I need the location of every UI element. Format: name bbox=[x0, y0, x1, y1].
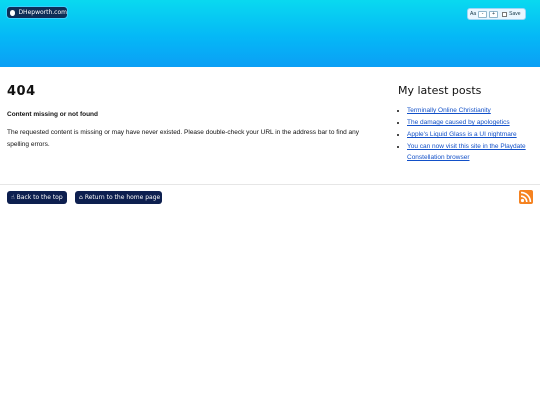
error-message: The requested content is missing or may … bbox=[7, 129, 360, 148]
home-page-label: Return to the home page bbox=[84, 194, 161, 201]
save-checkbox[interactable] bbox=[502, 11, 508, 17]
error-subheading: Content missing or not found bbox=[7, 111, 98, 118]
sidebar-title: My latest posts bbox=[398, 84, 482, 97]
site-logo-link[interactable]: DHepworth.com bbox=[6, 6, 68, 19]
save-label: Save bbox=[509, 11, 521, 17]
list-item: Terminally Online Christianity bbox=[407, 105, 538, 116]
site-name: DHepworth.com bbox=[18, 9, 67, 16]
site-logo-icon bbox=[10, 9, 16, 16]
site-header: DHepworth.com Aa - + Save bbox=[0, 0, 540, 67]
list-item: The damage caused by apologetics bbox=[407, 117, 538, 128]
post-link[interactable]: Apple's Liquid Glass is a UI nightmare bbox=[407, 131, 517, 138]
font-size-label: Aa bbox=[470, 11, 477, 17]
page-title: 404 bbox=[7, 84, 36, 99]
home-page-button[interactable]: ⌂ Return to the home page bbox=[75, 191, 162, 204]
font-decrease-button[interactable]: - bbox=[478, 10, 488, 18]
rss-icon[interactable] bbox=[519, 190, 533, 204]
pointing-up-hand-icon: ☝ bbox=[11, 194, 15, 201]
font-increase-button[interactable]: + bbox=[489, 10, 499, 18]
list-item: Apple's Liquid Glass is a UI nightmare bbox=[407, 129, 538, 140]
reader-controls: Aa - + Save bbox=[467, 8, 526, 20]
back-to-top-label: Back to the top bbox=[16, 194, 63, 201]
list-item: You can now visit this site in the Playd… bbox=[407, 141, 538, 163]
back-to-top-button[interactable]: ☝ Back to the top bbox=[7, 191, 67, 204]
latest-posts-list: Terminally Online Christianity The damag… bbox=[398, 105, 538, 164]
footer-divider bbox=[0, 184, 540, 185]
home-icon: ⌂ bbox=[79, 194, 83, 201]
post-link[interactable]: The damage caused by apologetics bbox=[407, 119, 510, 126]
post-link[interactable]: Terminally Online Christianity bbox=[407, 107, 491, 114]
post-link[interactable]: You can now visit this site in the Playd… bbox=[407, 143, 526, 161]
